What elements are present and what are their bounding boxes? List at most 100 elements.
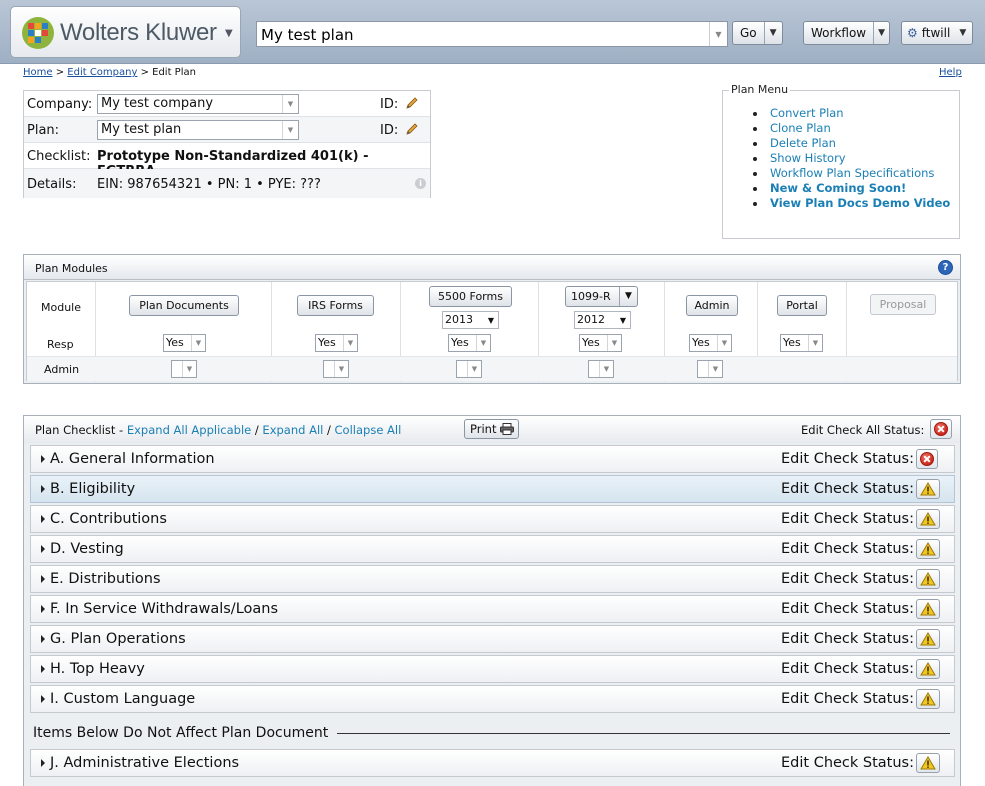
chevron-down-icon[interactable]: ▼ <box>182 361 196 377</box>
section-status-warning-button[interactable] <box>916 479 940 499</box>
portal-resp-select[interactable]: Yes ▼ <box>780 334 823 352</box>
r1099-button[interactable]: 1099-R ▼ <box>565 286 638 307</box>
proposal-button[interactable]: Proposal <box>870 294 936 315</box>
breadcrumb: Home > Edit Company > Edit Plan <box>23 67 196 78</box>
chevron-down-icon[interactable]: ▼ <box>343 335 357 351</box>
delete-plan-link[interactable]: Delete Plan <box>753 136 950 151</box>
help-link[interactable]: Help <box>939 67 962 78</box>
checklist-row: Checklist: Prototype Non-Standardized 40… <box>24 143 430 179</box>
forms5500-year-select[interactable]: 2013 ▼ <box>442 311 499 329</box>
expand-all-link[interactable]: Expand All <box>262 423 323 437</box>
chevron-down-icon[interactable]: ▼ <box>476 335 490 351</box>
edit-company-pencil-icon[interactable] <box>405 96 419 110</box>
resp-row-label: Resp <box>47 338 74 351</box>
clone-plan-link[interactable]: Clone Plan <box>753 121 950 136</box>
company-select[interactable]: My test company ▼ <box>97 94 299 114</box>
admin-admin-select[interactable]: ▼ <box>697 360 723 378</box>
plan-documents-button[interactable]: Plan Documents <box>129 295 239 316</box>
checklist-section-h[interactable]: H. Top Heavy Edit Check Status: <box>30 655 955 683</box>
chevron-down-icon[interactable]: ▼ <box>467 361 481 377</box>
r1099-year-select[interactable]: 2012 ▼ <box>574 311 631 329</box>
forms5500-admin-select[interactable]: ▼ <box>456 360 482 378</box>
edit-plan-pencil-icon[interactable] <box>405 122 419 136</box>
checklist-section-j[interactable]: J. Administrative Elections Edit Check S… <box>30 749 955 777</box>
company-id-label: ID: <box>380 97 399 112</box>
forms5500-button[interactable]: 5500 Forms <box>429 286 512 307</box>
expand-arrow-icon <box>41 455 45 463</box>
convert-plan-link[interactable]: Convert Plan <box>753 106 950 121</box>
chevron-down-icon[interactable]: ▼ <box>599 361 613 377</box>
checklist-section-i[interactable]: I. Custom Language Edit Check Status: <box>30 685 955 713</box>
r1099-admin-select[interactable]: ▼ <box>588 360 614 378</box>
chevron-down-icon[interactable]: ▼ <box>282 95 298 113</box>
forms5500-resp-select[interactable]: Yes ▼ <box>448 334 491 352</box>
section-status-warning-button[interactable] <box>916 629 940 649</box>
collapse-all-link[interactable]: Collapse All <box>335 423 402 437</box>
checklist-section-g[interactable]: G. Plan Operations Edit Check Status: <box>30 625 955 653</box>
go-button[interactable]: Go ▼ <box>732 21 783 45</box>
show-history-link[interactable]: Show History <box>753 151 950 166</box>
section-status-warning-button[interactable] <box>916 599 940 619</box>
breadcrumb-edit-company-link[interactable]: Edit Company <box>67 67 137 78</box>
chevron-down-icon[interactable]: ▼ <box>282 121 298 139</box>
plan-search-input[interactable] <box>257 22 709 46</box>
checklist-section-b[interactable]: B. Eligibility Edit Check Status: <box>30 475 955 503</box>
section-status-label: Edit Check Status: <box>781 631 914 647</box>
section-status-warning-button[interactable] <box>916 689 940 709</box>
r1099-resp-select[interactable]: Yes ▼ <box>579 334 622 352</box>
breadcrumb-home-link[interactable]: Home <box>23 67 53 78</box>
new-coming-soon-link[interactable]: New & Coming Soon! <box>753 181 950 196</box>
checklist-section-d[interactable]: D. Vesting Edit Check Status: <box>30 535 955 563</box>
section-status-warning-button[interactable] <box>916 753 940 773</box>
chevron-down-icon[interactable]: ▼ <box>765 28 782 38</box>
expand-arrow-icon <box>41 485 45 493</box>
view-plan-docs-demo-video-link[interactable]: View Plan Docs Demo Video <box>753 196 950 211</box>
checklist-section-a[interactable]: A. General Information Edit Check Status… <box>30 445 955 473</box>
section-status-warning-button[interactable] <box>916 539 940 559</box>
irs-forms-button[interactable]: IRS Forms <box>297 295 374 316</box>
workflow-button[interactable]: Workflow ▼ <box>803 21 890 45</box>
plan-documents-resp-select[interactable]: Yes ▼ <box>163 334 206 352</box>
chevron-down-icon[interactable]: ▼ <box>717 335 731 351</box>
portal-button[interactable]: Portal <box>777 295 827 316</box>
chevron-down-icon[interactable]: ▼ <box>616 312 630 328</box>
all-status-error-button[interactable] <box>930 419 952 439</box>
chevron-down-icon[interactable]: ▼ <box>191 335 205 351</box>
chevron-down-icon[interactable]: ▼ <box>808 335 822 351</box>
help-question-icon[interactable]: ? <box>938 260 953 275</box>
section-status-error-button[interactable] <box>916 449 938 469</box>
chevron-down-icon[interactable]: ▼ <box>607 335 621 351</box>
company-row: Company: My test company ▼ ID: <box>24 91 430 117</box>
chevron-down-icon[interactable]: ▼ <box>874 28 889 38</box>
info-icon[interactable]: i <box>415 178 426 189</box>
plan-select[interactable]: My test plan ▼ <box>97 120 299 140</box>
expand-arrow-icon <box>41 635 45 643</box>
admin-button[interactable]: Admin <box>686 295 738 316</box>
plan-documents-admin-select[interactable]: ▼ <box>171 360 197 378</box>
checklist-section-e[interactable]: E. Distributions Edit Check Status: <box>30 565 955 593</box>
section-status-warning-button[interactable] <box>916 569 940 589</box>
chevron-down-icon[interactable]: ▼ <box>708 361 722 377</box>
resp-value: Yes <box>783 336 801 349</box>
checklist-section-c[interactable]: C. Contributions Edit Check Status: <box>30 505 955 533</box>
irs-forms-resp-select[interactable]: Yes ▼ <box>315 334 358 352</box>
section-status-warning-button[interactable] <box>916 509 940 529</box>
wolters-kluwer-logo-icon <box>22 17 54 49</box>
plan-search-combobox[interactable]: ▼ <box>256 21 728 47</box>
admin-resp-select[interactable]: Yes ▼ <box>689 334 732 352</box>
section-status-warning-button[interactable] <box>916 659 940 679</box>
chevron-down-icon[interactable]: ▼ <box>619 287 637 306</box>
irs-forms-admin-select[interactable]: ▼ <box>323 360 349 378</box>
chevron-down-icon[interactable]: ▼ <box>484 312 498 328</box>
checklist-section-f[interactable]: F. In Service Withdrawals/Loans Edit Che… <box>30 595 955 623</box>
brand-menu[interactable]: Wolters Kluwer ▼ <box>10 6 241 58</box>
expand-all-applicable-link[interactable]: Expand All Applicable <box>127 423 251 437</box>
plan-modules-title: Plan Modules <box>35 262 108 275</box>
user-menu-button[interactable]: ⚙ ftwill ▼ <box>901 21 973 45</box>
print-button[interactable]: Print <box>464 419 519 439</box>
chevron-down-icon[interactable]: ▼ <box>334 361 348 377</box>
workflow-plan-specifications-link[interactable]: Workflow Plan Specifications <box>753 166 950 181</box>
link-separator: / <box>251 423 263 437</box>
chevron-down-icon[interactable]: ▼ <box>709 22 727 46</box>
expand-arrow-icon <box>41 575 45 583</box>
